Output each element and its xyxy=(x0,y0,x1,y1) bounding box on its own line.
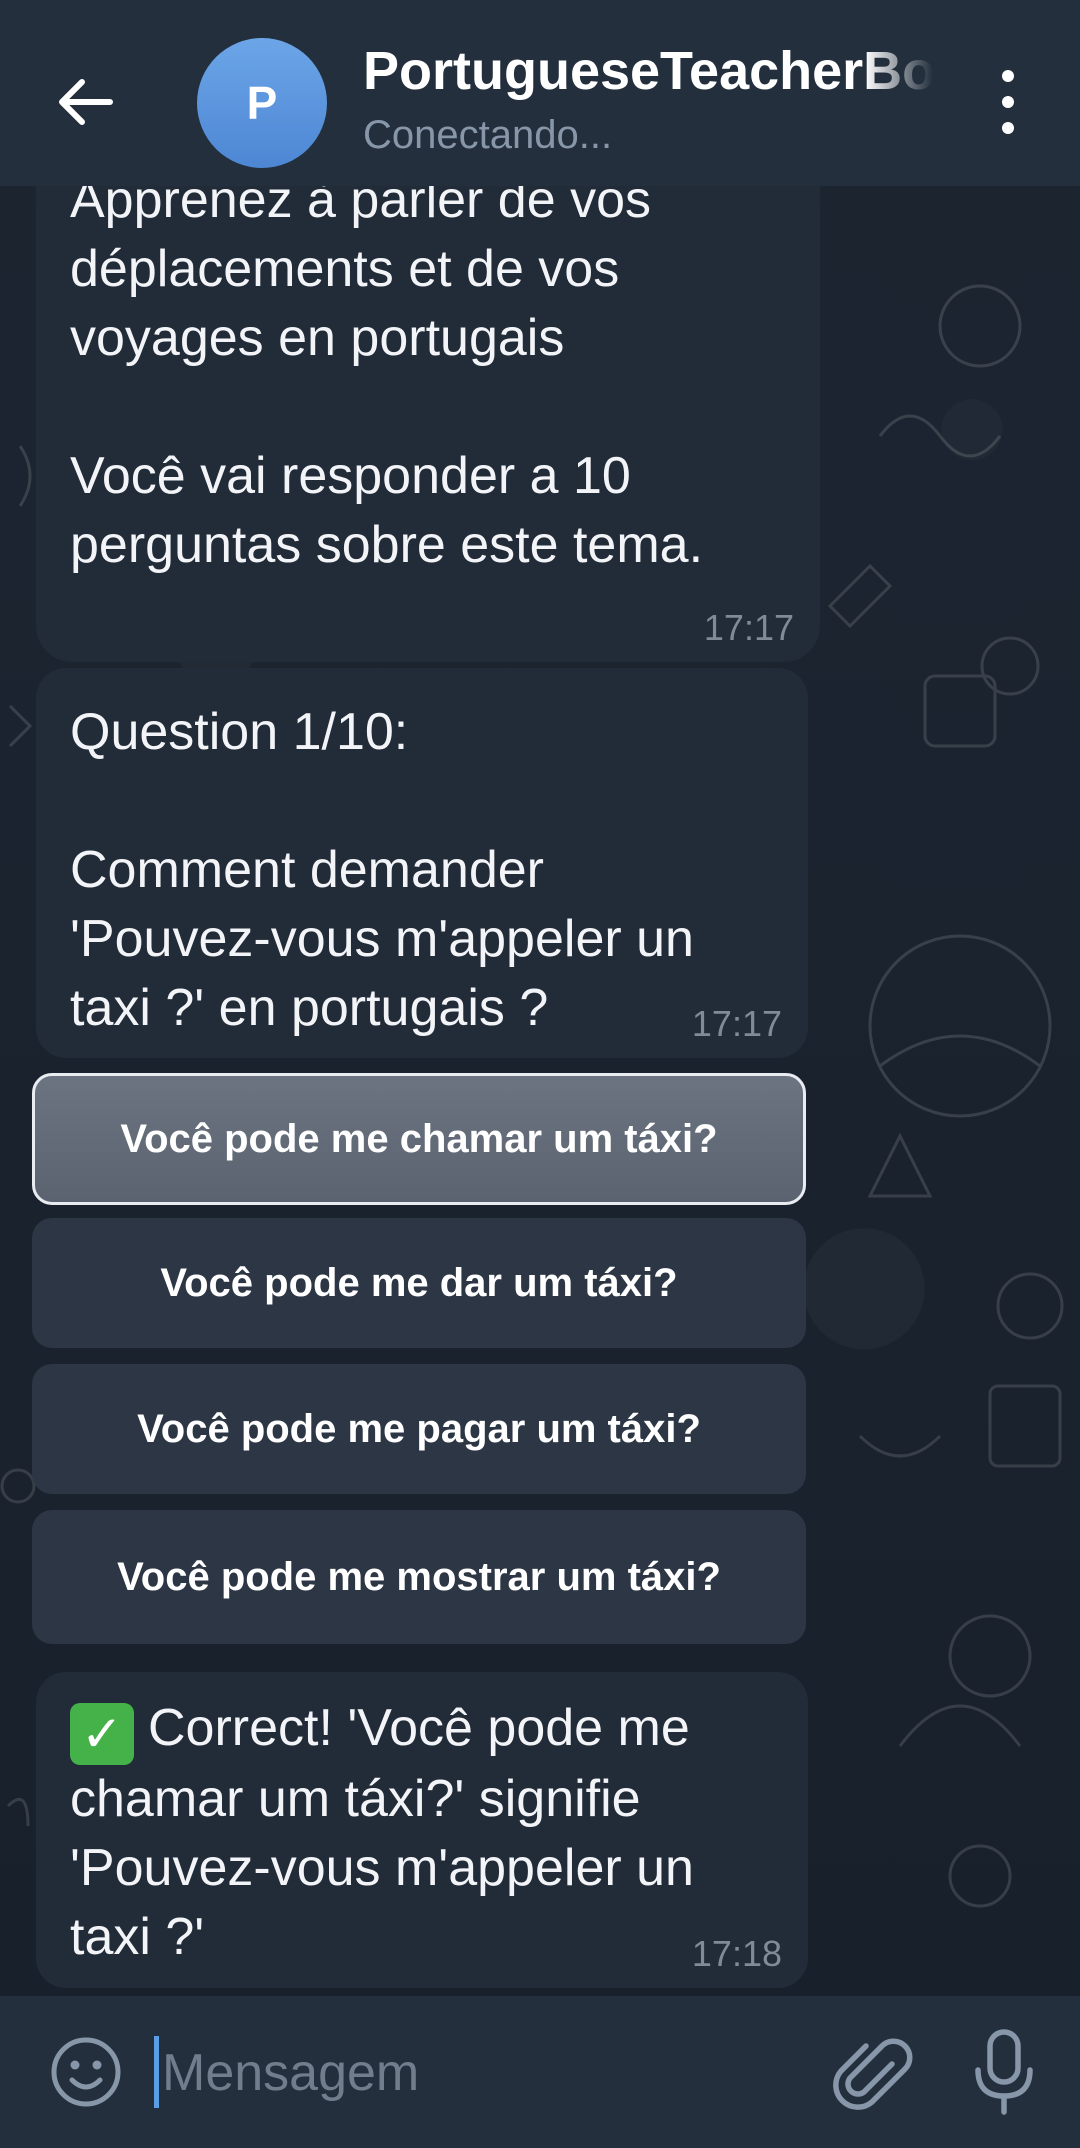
feedback-text: Correct! 'Você pode me chamar um táxi?' … xyxy=(70,1699,694,1966)
back-button[interactable] xyxy=(40,62,130,142)
avatar-letter: P xyxy=(246,77,278,129)
more-options-button[interactable] xyxy=(978,70,1038,134)
chat-header: P PortugueseTeacherBot Conectando... xyxy=(0,0,1080,186)
chat-title[interactable]: PortugueseTeacherBot xyxy=(363,40,933,102)
text-cursor xyxy=(154,2036,159,2108)
answer-option-button[interactable]: Você pode me chamar um táxi? xyxy=(32,1073,806,1205)
attach-button[interactable] xyxy=(826,2028,916,2118)
message-time: 17:17 xyxy=(691,1003,782,1044)
message-bubble-intro[interactable]: Apprenez à parler de vos déplacements et… xyxy=(36,150,820,662)
message-input[interactable] xyxy=(160,2026,804,2120)
answer-option-button[interactable]: Você pode me pagar um táxi? xyxy=(32,1364,806,1494)
message-text: Question 1/10: Comment demander 'Pouvez-… xyxy=(70,703,694,1037)
message-time: 17:18 xyxy=(691,1933,782,1974)
message-text: ✓ Correct! 'Você pode me chamar um táxi?'… xyxy=(70,1694,776,1972)
check-mark-icon: ✓ xyxy=(70,1703,134,1765)
emoji-button[interactable] xyxy=(46,2032,126,2112)
answer-option-button[interactable]: Você pode me mostrar um táxi? xyxy=(32,1510,806,1644)
avatar[interactable]: P xyxy=(197,38,327,168)
message-input-bar xyxy=(0,1996,1080,2148)
more-vertical-icon xyxy=(1002,70,1014,82)
message-time: 17:17 xyxy=(703,607,794,648)
voice-message-button[interactable] xyxy=(964,2026,1044,2118)
answer-option-button[interactable]: Você pode me dar um táxi? xyxy=(32,1218,806,1348)
microphone-icon xyxy=(975,2029,1033,2115)
message-bubble-feedback[interactable]: ✓ Correct! 'Você pode me chamar um táxi?'… xyxy=(36,1672,808,1988)
message-bubble-question[interactable]: Question 1/10: Comment demander 'Pouvez-… xyxy=(36,668,808,1058)
message-text: Apprenez à parler de vos déplacements et… xyxy=(70,171,704,574)
connection-status: Conectando... xyxy=(363,113,613,157)
paperclip-icon xyxy=(833,2038,913,2110)
arrow-left-icon xyxy=(59,79,113,125)
smiley-icon xyxy=(51,2037,121,2107)
